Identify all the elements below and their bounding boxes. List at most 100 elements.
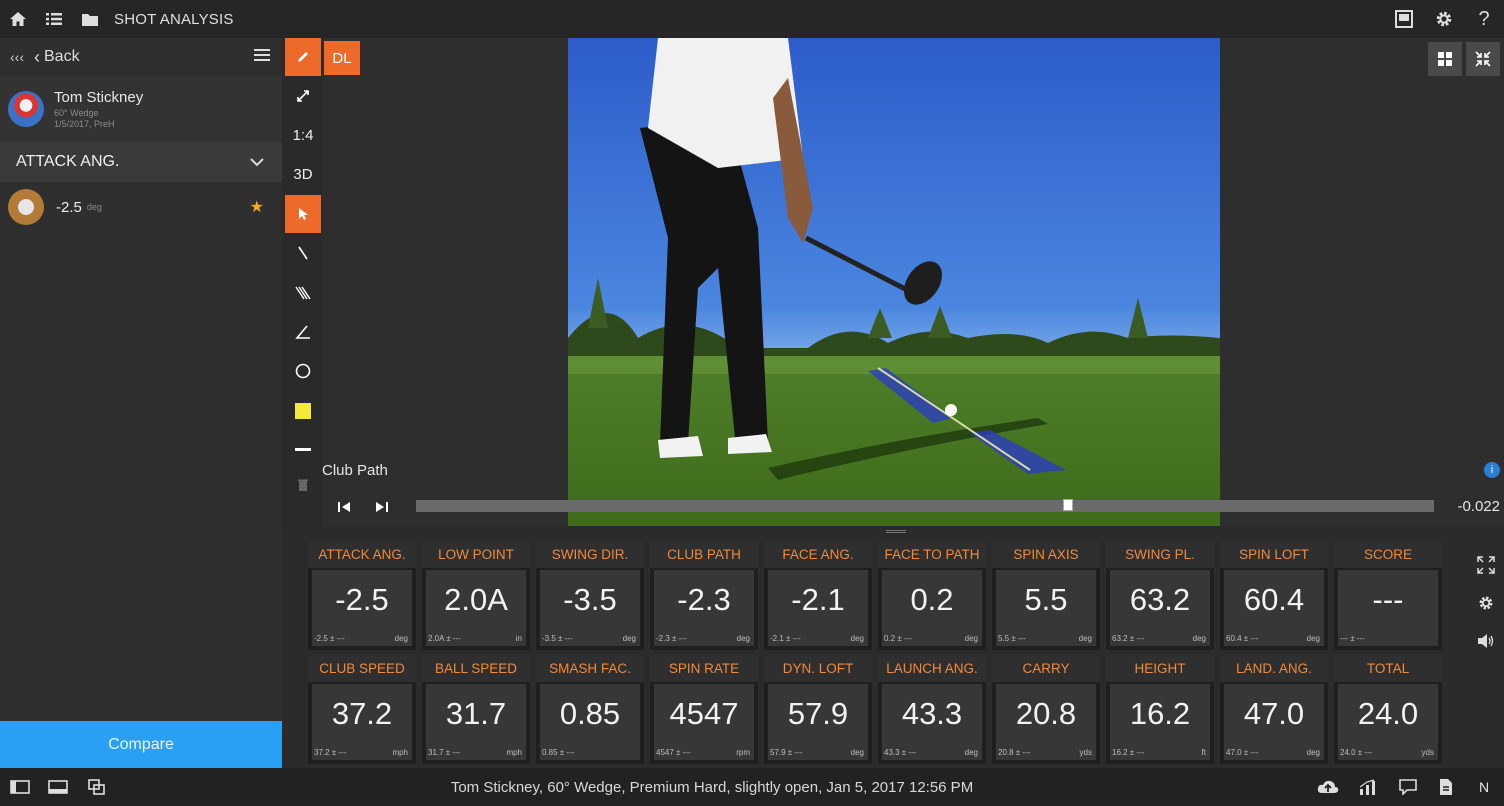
metric-tile[interactable]: CARRY 20.8 20.8 ± --- yds [992, 656, 1100, 764]
info-icon[interactable]: i [1484, 462, 1500, 478]
back-button[interactable]: ‹ Back [34, 47, 80, 68]
trash-icon [298, 479, 308, 492]
metric-unit: deg [1306, 748, 1320, 757]
metric-tile[interactable]: ATTACK ANG. -2.5 -2.5 ± --- deg [308, 542, 416, 650]
metric-unit: deg [964, 634, 978, 643]
multi-line-tool-button[interactable] [285, 274, 321, 312]
scrub-thumb[interactable] [1063, 499, 1073, 511]
metric-deviation: 16.2 ± --- [1112, 748, 1145, 757]
metric-body: 24.0 24.0 ± --- yds [1338, 684, 1438, 760]
metric-tile[interactable]: BALL SPEED 31.7 31.7 ± --- mph [422, 656, 530, 764]
speaker-icon[interactable] [1474, 622, 1498, 660]
shot-list-item[interactable]: -2.5 deg ★ [0, 182, 282, 232]
metric-tile[interactable]: TOTAL 24.0 24.0 ± --- yds [1334, 656, 1442, 764]
ratio-button[interactable]: 1:4 [285, 117, 321, 155]
metric-deviation: 60.4 ± --- [1226, 634, 1259, 643]
collapse-panel-icon[interactable]: ‹‹‹ [0, 49, 34, 65]
metric-deviation: --- ± --- [1340, 634, 1365, 643]
metric-label: LAUNCH ANG. [878, 656, 986, 682]
tiles-settings-icon[interactable] [1474, 584, 1498, 622]
skip-start-icon [338, 502, 350, 512]
metric-tile[interactable]: CLUB SPEED 37.2 37.2 ± --- mph [308, 656, 416, 764]
metrics-grid: ATTACK ANG. -2.5 -2.5 ± --- deg LOW POINT 2.0… [284, 528, 1504, 768]
delete-drawing-button[interactable] [285, 470, 321, 500]
network-label[interactable]: N [1472, 777, 1496, 797]
metric-label: SMASH FAC. [536, 656, 644, 682]
metric-body: 0.2 0.2 ± --- deg [882, 570, 982, 646]
stats-chart-icon[interactable] [1356, 777, 1380, 797]
time-readout: -0.022 [1457, 498, 1500, 515]
metric-tile[interactable]: SPIN LOFT 60.4 60.4 ± --- deg [1220, 542, 1328, 650]
metric-tile[interactable]: SPIN AXIS 5.5 5.5 ± --- deg [992, 542, 1100, 650]
collapse-view-button[interactable] [1466, 42, 1500, 76]
player-card[interactable]: Tom Stickney 60° Wedge 1/5/2017, PreH [0, 76, 282, 142]
metric-deviation: 43.3 ± --- [884, 748, 917, 757]
metric-tile[interactable]: SWING PL. 63.2 63.2 ± --- deg [1106, 542, 1214, 650]
metric-unit: mph [506, 748, 522, 757]
gear-icon[interactable] [1424, 0, 1464, 38]
metric-tile[interactable]: HEIGHT 16.2 16.2 ± --- ft [1106, 656, 1214, 764]
cloud-upload-icon[interactable] [1316, 777, 1340, 797]
metric-label: CARRY [992, 656, 1100, 682]
folder-icon[interactable] [72, 0, 108, 38]
metric-tile[interactable]: LAUNCH ANG. 43.3 43.3 ± --- deg [878, 656, 986, 764]
metric-tile[interactable]: CLUB PATH -2.3 -2.3 ± --- deg [650, 542, 758, 650]
metric-tile[interactable]: SMASH FAC. 0.85 0.85 ± --- [536, 656, 644, 764]
metric-value: 5.5 [1024, 582, 1068, 617]
metric-dropdown[interactable]: ATTACK ANG. [0, 142, 282, 182]
metric-label: SPIN LOFT [1220, 542, 1328, 568]
metric-deviation: -2.3 ± --- [656, 634, 687, 643]
pencil-icon [298, 52, 308, 62]
color-picker-button[interactable] [285, 392, 321, 430]
expand-diagonal-button[interactable] [285, 77, 321, 115]
metric-unit: deg [394, 634, 408, 643]
3d-button[interactable]: 3D [285, 156, 321, 194]
metric-body: 0.85 0.85 ± --- [540, 684, 640, 760]
metric-tile[interactable]: DYN. LOFT 57.9 57.9 ± --- deg [764, 656, 872, 764]
swing-video[interactable] [568, 38, 1220, 526]
metric-tile[interactable]: LAND. ANG. 47.0 47.0 ± --- deg [1220, 656, 1328, 764]
status-bar: Tom Stickney, 60° Wedge, Premium Hard, s… [0, 768, 1504, 806]
metric-deviation: 20.8 ± --- [998, 748, 1031, 757]
scrub-track[interactable] [416, 499, 1434, 512]
document-icon[interactable] [1434, 777, 1458, 797]
stroke-width-button[interactable] [285, 431, 321, 469]
dl-button[interactable]: DL [324, 41, 360, 75]
metric-tile[interactable]: FACE ANG. -2.1 -2.1 ± --- deg [764, 542, 872, 650]
pointer-tool-button[interactable] [285, 195, 321, 234]
step-forward-button[interactable] [372, 498, 392, 516]
grid-icon [1438, 52, 1452, 66]
metric-tile[interactable]: SCORE --- --- ± --- [1334, 542, 1442, 650]
star-icon[interactable]: ★ [250, 197, 264, 217]
metric-deviation: 31.7 ± --- [428, 748, 461, 757]
metric-tile[interactable]: LOW POINT 2.0A 2.0A ± --- in [422, 542, 530, 650]
resize-handle[interactable] [886, 530, 906, 533]
metric-tile[interactable]: SWING DIR. -3.5 -3.5 ± --- deg [536, 542, 644, 650]
compare-button[interactable]: Compare [0, 721, 282, 768]
line-tool-button[interactable] [285, 234, 321, 272]
notes-icon[interactable] [1384, 0, 1424, 38]
hamburger-menu-icon[interactable] [254, 48, 270, 67]
fullscreen-icon[interactable] [1474, 546, 1498, 584]
shot-value: -2.5 [56, 198, 82, 216]
metric-tile[interactable]: FACE TO PATH 0.2 0.2 ± --- deg [878, 542, 986, 650]
yellow-swatch-icon [295, 402, 311, 419]
help-icon[interactable]: ? [1464, 0, 1504, 38]
home-icon[interactable] [0, 0, 36, 38]
metric-tile[interactable]: SPIN RATE 4547 4547 ± --- rpm [650, 656, 758, 764]
message-icon[interactable] [1396, 777, 1420, 797]
metric-deviation: 0.2 ± --- [884, 634, 912, 643]
drawing-toolbar: 1:4 3D [284, 38, 322, 528]
grid-view-button[interactable] [1428, 42, 1462, 76]
pen-tool-button[interactable] [285, 38, 321, 76]
metric-body: 60.4 60.4 ± --- deg [1224, 570, 1324, 646]
skip-to-start-button[interactable] [334, 498, 354, 516]
angle-tool-button[interactable] [285, 313, 321, 351]
avatar [8, 91, 44, 127]
circle-tool-button[interactable] [285, 352, 321, 390]
metric-value: --- [1372, 582, 1404, 617]
metric-label: SPIN AXIS [992, 542, 1100, 568]
chevron-left-icon: ‹ [34, 46, 40, 67]
metric-value: -2.3 [677, 582, 731, 617]
list-icon[interactable] [36, 0, 72, 38]
